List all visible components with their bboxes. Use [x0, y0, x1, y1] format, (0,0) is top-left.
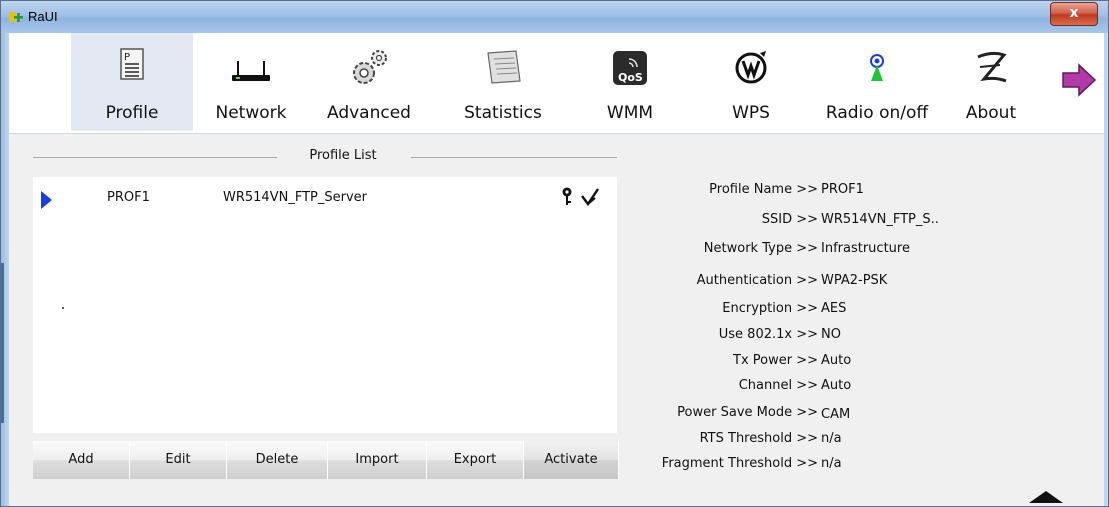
right-frame — [1104, 33, 1108, 506]
toolbar-wmm[interactable]: QoS WMM — [589, 33, 671, 131]
profile-name-cell: PROF1 — [107, 190, 150, 205]
profile-list-header: Profile List — [33, 148, 617, 166]
detail-value: Infrastructure — [821, 241, 910, 256]
left-frame — [1, 33, 9, 506]
about-icon — [977, 51, 1007, 83]
window-title: RaUI — [28, 9, 58, 24]
edit-button[interactable]: Edit — [130, 441, 227, 479]
detail-value: WPA2-PSK — [821, 273, 888, 288]
import-button[interactable]: Import — [328, 441, 427, 479]
list-item[interactable]: PROF1 WR514VN_FTP_Server — [33, 177, 617, 215]
detail-key: Tx Power >> — [733, 353, 818, 368]
network-icon — [232, 61, 270, 81]
delete-button[interactable]: Delete — [227, 441, 328, 479]
activate-button[interactable]: Activate — [524, 441, 619, 479]
toolbar-statistics[interactable]: Statistics — [441, 33, 565, 131]
detail-value: Auto — [821, 353, 852, 368]
toolbar-advanced[interactable]: Advanced — [309, 33, 429, 131]
detail-value: WR514VN_FTP_S.. — [821, 212, 939, 227]
toolbar: P Profile Network Advanced Statistics Qo… — [9, 33, 1104, 134]
toolbar-statistics-label: Statistics — [464, 103, 542, 123]
detail-key: SSID >> — [761, 212, 818, 227]
wmm-qos-icon: QoS — [613, 51, 647, 85]
detail-key: Authentication >> — [696, 273, 818, 288]
toolbar-profile-label: Profile — [105, 103, 159, 123]
close-button[interactable]: x — [1050, 2, 1098, 26]
detail-key: Power Save Mode >> — [677, 405, 818, 420]
advanced-gears-icon — [353, 50, 387, 84]
detail-value: n/a — [821, 456, 842, 471]
detail-value: CAM — [821, 407, 851, 422]
toolbar-wmm-label: WMM — [606, 103, 654, 123]
radio-icon — [870, 54, 884, 81]
detail-value: NO — [821, 327, 841, 342]
app-icon — [9, 12, 23, 22]
toolbar-wps[interactable]: WPS — [705, 33, 797, 131]
detail-key: Network Type >> — [703, 241, 818, 256]
toolbar-radio-label: Radio on/off — [825, 103, 929, 123]
toolbar-profile[interactable]: P Profile — [71, 33, 193, 131]
collapse-arrow-icon[interactable] — [1029, 491, 1063, 503]
detail-key: RTS Threshold >> — [699, 431, 818, 446]
detail-key: Channel >> — [738, 378, 818, 393]
profile-ssid-cell: WR514VN_FTP_Server — [223, 190, 367, 205]
add-button[interactable]: Add — [33, 441, 130, 479]
detail-value: Auto — [821, 378, 852, 393]
wps-icon — [735, 51, 767, 84]
toolbar-radio[interactable]: Radio on/off — [809, 33, 945, 131]
detail-value: PROF1 — [821, 182, 864, 197]
toolbar-advanced-label: Advanced — [327, 103, 411, 123]
detail-key: Use 802.1x >> — [718, 327, 818, 342]
detail-key: Profile Name >> — [709, 182, 818, 197]
profile-list[interactable]: PROF1 WR514VN_FTP_Server — [33, 177, 617, 433]
signal-icon — [581, 188, 599, 207]
raui-window: RaUI x P Profile Network Advanced Statis… — [0, 0, 1109, 507]
export-button[interactable]: Export — [427, 441, 524, 479]
toolbar-network[interactable]: Network — [199, 33, 303, 131]
profile-icon: P — [120, 48, 144, 80]
profile-list-title: Profile List — [309, 148, 377, 163]
detail-value: n/a — [821, 431, 842, 446]
detail-key: Encryption >> — [722, 301, 818, 316]
toolbar-about-label: About — [965, 103, 1017, 123]
detail-value: AES — [821, 301, 847, 316]
svg-text:QoS: QoS — [618, 71, 643, 84]
next-arrow-icon[interactable] — [1061, 63, 1097, 97]
toolbar-network-label: Network — [215, 103, 287, 123]
detail-key: Fragment Threshold >> — [661, 456, 818, 471]
selected-arrow-icon — [41, 191, 52, 209]
svg-text:P: P — [124, 52, 130, 63]
statistics-icon — [487, 50, 521, 84]
toolbar-wps-label: WPS — [732, 103, 770, 123]
toolbar-about[interactable]: About — [953, 33, 1029, 131]
key-icon — [562, 187, 572, 205]
title-bar[interactable]: RaUI x — [1, 1, 1108, 33]
